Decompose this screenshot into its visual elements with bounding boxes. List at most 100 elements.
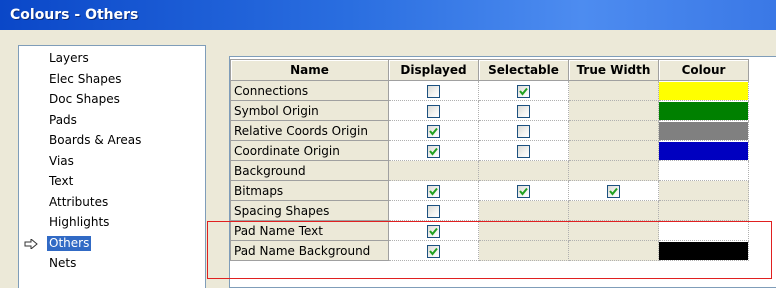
bitmaps-colour-cell: [658, 180, 749, 201]
symbol-origin-displayed-cell[interactable]: [388, 100, 479, 121]
connections-displayed-checkbox[interactable]: [427, 84, 440, 98]
tree-item-text[interactable]: Text: [19, 171, 205, 192]
row-name-label: Bitmaps: [230, 180, 389, 201]
tree-item-label: Nets: [49, 256, 77, 270]
column-header-true-width[interactable]: True Width: [568, 59, 659, 81]
tree-item-label: Doc Shapes: [49, 92, 120, 106]
relative-coords-origin-selectable-cell[interactable]: [478, 120, 569, 141]
connections-selectable-cell[interactable]: [478, 80, 569, 101]
grid-row-background[interactable]: Background: [230, 160, 749, 181]
background-displayed-cell: [388, 160, 479, 181]
symbol-origin-true-width-cell: [568, 100, 659, 121]
pad-name-background-displayed-cell[interactable]: [388, 240, 479, 261]
colour-grid-panel: Name Displayed Selectable True Width Col…: [229, 56, 776, 288]
tree-item-layers[interactable]: Layers: [19, 48, 205, 69]
tree-item-attributes[interactable]: Attributes: [19, 192, 205, 213]
pad-name-text-colour-swatch[interactable]: [659, 221, 748, 240]
coordinate-origin-selectable-checkbox[interactable]: [517, 144, 530, 158]
grid-row-spacing-shapes[interactable]: Spacing Shapes: [230, 200, 749, 221]
tree-item-doc-shapes[interactable]: Doc Shapes: [19, 89, 205, 110]
coordinate-origin-selectable-cell[interactable]: [478, 140, 569, 161]
tree-item-label: Boards & Areas: [49, 133, 142, 147]
tree-item-label: Attributes: [49, 194, 109, 209]
pad-name-text-displayed-cell[interactable]: [388, 220, 479, 241]
column-header-name[interactable]: Name: [230, 59, 389, 81]
coordinate-origin-colour-cell[interactable]: [658, 140, 749, 161]
tree-item-label: Elec Shapes: [49, 71, 122, 86]
tree-item-label: Layers: [49, 51, 89, 65]
selected-arrow-icon: [24, 238, 38, 249]
tree-item-boards-areas[interactable]: Boards & Areas: [19, 130, 205, 151]
spacing-shapes-displayed-checkbox[interactable]: [427, 204, 440, 218]
symbol-origin-colour-cell[interactable]: [658, 100, 749, 121]
coordinate-origin-true-width-cell: [568, 140, 659, 161]
colour-grid: Name Displayed Selectable True Width Col…: [230, 59, 749, 261]
symbol-origin-selectable-cell[interactable]: [478, 100, 569, 121]
grid-row-coordinate-origin[interactable]: Coordinate Origin: [230, 140, 749, 161]
tree-item-pads[interactable]: Pads: [19, 110, 205, 131]
row-name-label: Relative Coords Origin: [230, 120, 389, 141]
connections-selectable-checkbox[interactable]: [517, 84, 530, 98]
tree-item-label: Pads: [49, 112, 77, 127]
tree-item-nets[interactable]: Nets: [19, 253, 205, 274]
tree-item-others[interactable]: Others: [19, 233, 205, 254]
row-name-label: Background: [230, 160, 389, 181]
row-name-label: Coordinate Origin: [230, 140, 389, 161]
bitmaps-displayed-cell[interactable]: [388, 180, 479, 201]
tree-item-label: Others: [47, 235, 92, 251]
coordinate-origin-displayed-checkbox[interactable]: [427, 144, 440, 158]
pad-name-text-displayed-checkbox[interactable]: [427, 224, 440, 238]
spacing-shapes-displayed-cell[interactable]: [388, 200, 479, 221]
tree-item-highlights[interactable]: Highlights: [19, 212, 205, 233]
tree-item-elec-shapes[interactable]: Elec Shapes: [19, 69, 205, 90]
grid-row-symbol-origin[interactable]: Symbol Origin: [230, 100, 749, 121]
category-tree[interactable]: Layers Elec Shapes Doc Shapes Pads Boards & …: [18, 45, 206, 288]
bitmaps-selectable-cell[interactable]: [478, 180, 569, 201]
relative-coords-origin-displayed-cell[interactable]: [388, 120, 479, 141]
spacing-shapes-colour-cell: [658, 200, 749, 221]
grid-row-pad-name-background[interactable]: Pad Name Background: [230, 240, 749, 261]
symbol-origin-colour-swatch[interactable]: [659, 101, 748, 120]
tree-item-vias[interactable]: Vias: [19, 151, 205, 172]
bitmaps-selectable-checkbox[interactable]: [517, 184, 530, 198]
row-name-label: Spacing Shapes: [230, 200, 389, 221]
tree-item-label: Text: [49, 174, 74, 188]
column-header-displayed[interactable]: Displayed: [388, 59, 479, 81]
coordinate-origin-colour-swatch[interactable]: [659, 141, 748, 160]
checkmark-icon: [519, 187, 528, 196]
grid-header-row: Name Displayed Selectable True Width Col…: [230, 59, 749, 81]
checkmark-icon: [429, 247, 438, 256]
connections-colour-cell[interactable]: [658, 80, 749, 101]
pad-name-text-colour-cell[interactable]: [658, 220, 749, 241]
relative-coords-origin-displayed-checkbox[interactable]: [427, 124, 440, 138]
bitmaps-true-width-checkbox[interactable]: [607, 184, 620, 198]
grid-row-bitmaps[interactable]: Bitmaps: [230, 180, 749, 201]
bitmaps-displayed-checkbox[interactable]: [427, 184, 440, 198]
relative-coords-origin-colour-cell[interactable]: [658, 120, 749, 141]
column-header-colour[interactable]: Colour: [658, 59, 749, 81]
relative-coords-origin-selectable-checkbox[interactable]: [517, 124, 530, 138]
coordinate-origin-displayed-cell[interactable]: [388, 140, 479, 161]
background-true-width-cell: [568, 160, 659, 181]
symbol-origin-selectable-checkbox[interactable]: [517, 104, 530, 118]
checkmark-icon: [429, 187, 438, 196]
spacing-shapes-true-width-cell: [568, 200, 659, 221]
background-colour-swatch[interactable]: [659, 161, 748, 180]
checkmark-icon: [429, 127, 438, 136]
connections-colour-swatch[interactable]: [659, 81, 748, 100]
checkmark-icon: [429, 147, 438, 156]
grid-row-relative-coords-origin[interactable]: Relative Coords Origin: [230, 120, 749, 141]
relative-coords-origin-true-width-cell: [568, 120, 659, 141]
grid-row-pad-name-text[interactable]: Pad Name Text: [230, 220, 749, 241]
pad-name-background-displayed-checkbox[interactable]: [427, 244, 440, 258]
connections-displayed-cell[interactable]: [388, 80, 479, 101]
symbol-origin-displayed-checkbox[interactable]: [427, 104, 440, 118]
bitmaps-true-width-cell[interactable]: [568, 180, 659, 201]
column-header-selectable[interactable]: Selectable: [478, 59, 569, 81]
relative-coords-origin-colour-swatch[interactable]: [659, 121, 748, 140]
pad-name-background-colour-swatch[interactable]: [659, 241, 748, 260]
grid-row-connections[interactable]: Connections: [230, 80, 749, 101]
window-titlebar[interactable]: Colours - Others: [0, 0, 776, 30]
background-colour-cell[interactable]: [658, 160, 749, 181]
pad-name-background-colour-cell[interactable]: [658, 240, 749, 261]
